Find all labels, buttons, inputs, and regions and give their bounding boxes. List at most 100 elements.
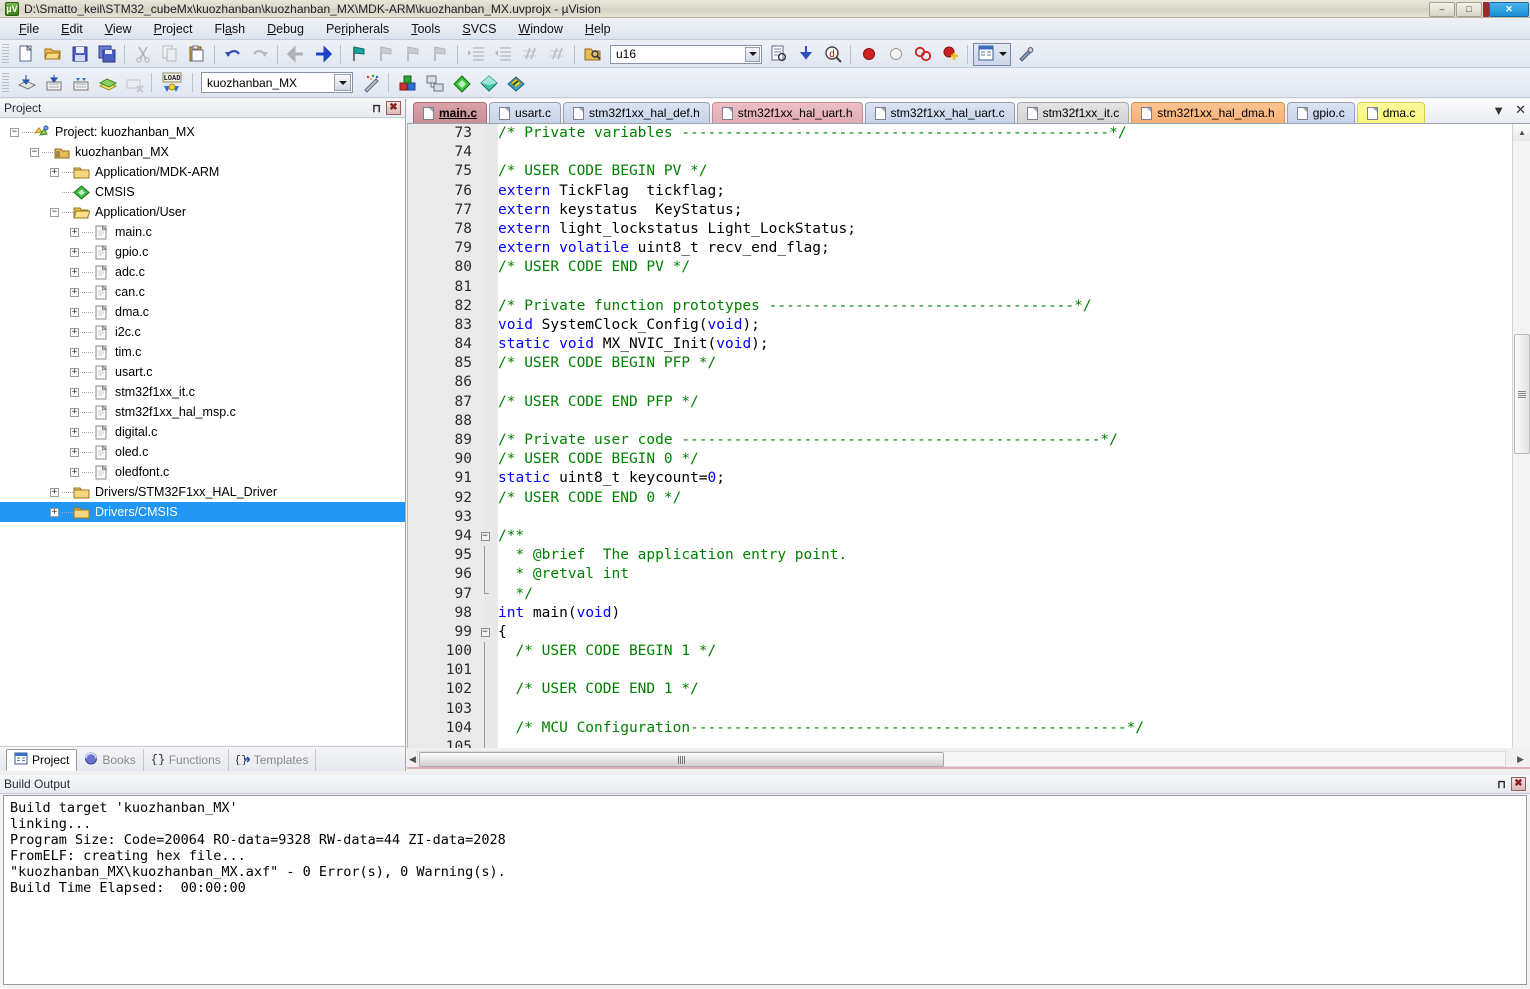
tree-item-project-kuozhanban-mx[interactable]: −Project: kuozhanban_MX	[0, 122, 405, 142]
tree-item-i2c-c[interactable]: +i2c.c	[0, 322, 405, 342]
pin-icon[interactable]: ⊓	[369, 101, 384, 116]
multi-project-icon[interactable]	[394, 71, 419, 94]
outdent-icon[interactable]	[490, 43, 515, 66]
code-line[interactable]: 102 /* USER CODE END 1 */	[408, 680, 1512, 699]
code-line[interactable]: 74	[408, 143, 1512, 162]
tree-item-kuozhanban-mx[interactable]: −kuozhanban_MX	[0, 142, 405, 162]
editor-vertical-scrollbar[interactable]: ▲	[1512, 124, 1530, 748]
editor-tab-stm32f1xx-hal-uart-c[interactable]: stm32f1xx_hal_uart.c	[865, 102, 1015, 123]
bookmark-next-icon[interactable]	[400, 43, 425, 66]
code-line[interactable]: 94−/**	[408, 527, 1512, 546]
code-line[interactable]: 93	[408, 508, 1512, 527]
tree-item-digital-c[interactable]: +digital.c	[0, 422, 405, 442]
tree-item-can-c[interactable]: +can.c	[0, 282, 405, 302]
toolbar-grip[interactable]	[2, 73, 9, 93]
tree-item-stm32f1xx-it-c[interactable]: +stm32f1xx_it.c	[0, 382, 405, 402]
configure-icon[interactable]	[1013, 43, 1038, 66]
vertical-scroll-thumb[interactable]	[1514, 334, 1530, 454]
pack-installer-icon[interactable]	[421, 71, 446, 94]
minimize-button[interactable]: –	[1429, 2, 1455, 17]
tab-close-icon[interactable]: ✕	[1515, 102, 1526, 118]
code-line[interactable]: 80/* USER CODE END PV */	[408, 258, 1512, 277]
tree-item-stm32f1xx-hal-msp-c[interactable]: +stm32f1xx_hal_msp.c	[0, 402, 405, 422]
code-line[interactable]: 87/* USER CODE END PFP */	[408, 393, 1512, 412]
manage-rte-icon[interactable]	[358, 71, 383, 94]
indent-icon[interactable]	[463, 43, 488, 66]
menu-item-flash[interactable]: Flash	[204, 20, 257, 38]
code-line[interactable]: 95 * @brief The application entry point.	[408, 546, 1512, 565]
tree-expander-plus[interactable]: +	[70, 468, 79, 477]
code-line[interactable]: 79extern volatile uint8_t recv_end_flag;	[408, 239, 1512, 258]
code-line[interactable]: 92/* USER CODE END 0 */	[408, 489, 1512, 508]
pin-icon[interactable]: ⊓	[1494, 777, 1509, 792]
close-button[interactable]: ✕	[1489, 2, 1529, 17]
code-line[interactable]: 81	[408, 278, 1512, 297]
bookmark-prev-icon[interactable]	[373, 43, 398, 66]
editor-tab-usart-c[interactable]: usart.c	[489, 102, 561, 123]
menu-item-help[interactable]: Help	[574, 20, 622, 38]
tree-item-gpio-c[interactable]: +gpio.c	[0, 242, 405, 262]
menu-item-tools[interactable]: Tools	[400, 20, 451, 38]
panel-tab-templates[interactable]: {}Templates	[229, 749, 317, 771]
code-line[interactable]: 104 /* MCU Configuration----------------…	[408, 719, 1512, 738]
code-line[interactable]: 96 * @retval int	[408, 565, 1512, 584]
tree-expander-plus[interactable]: +	[70, 428, 79, 437]
project-tree[interactable]: −Project: kuozhanban_MX−kuozhanban_MX+Ap…	[0, 119, 405, 745]
tree-item-drivers-stm32f1xx-hal-driver[interactable]: +Drivers/STM32F1xx_HAL_Driver	[0, 482, 405, 502]
project-window-dropdown-arrow[interactable]	[999, 52, 1007, 56]
code-line[interactable]: 75/* USER CODE BEGIN PV */	[408, 162, 1512, 181]
redo-icon[interactable]	[247, 43, 272, 66]
target-dropdown-arrow[interactable]	[334, 74, 351, 91]
insert-breakpoint-icon[interactable]	[856, 43, 881, 66]
undo-icon[interactable]	[220, 43, 245, 66]
editor-tab-main-c[interactable]: main.c	[413, 102, 487, 123]
translate-icon[interactable]	[13, 71, 38, 94]
copy-icon[interactable]	[157, 43, 182, 66]
tree-item-application-mdk-arm[interactable]: +Application/MDK-ARM	[0, 162, 405, 182]
open-file-icon[interactable]	[40, 43, 65, 66]
remove-all-breakpoints-icon[interactable]	[910, 43, 935, 66]
code-line[interactable]: 85/* USER CODE BEGIN PFP */	[408, 354, 1512, 373]
panel-tab-books[interactable]: Books	[77, 749, 143, 771]
scroll-left-arrow[interactable]: ◀	[409, 754, 416, 765]
menu-item-file[interactable]: File	[8, 20, 50, 38]
scroll-up-arrow[interactable]: ▲	[1513, 124, 1530, 141]
code-line[interactable]: 91static uint8_t keycount=0;	[408, 469, 1512, 488]
maximize-button[interactable]: □	[1456, 2, 1482, 17]
tree-item-dma-c[interactable]: +dma.c	[0, 302, 405, 322]
code-line[interactable]: 78extern light_lockstatus Light_LockStat…	[408, 220, 1512, 239]
tree-item-application-user[interactable]: −Application/User	[0, 202, 405, 222]
navigate-back-icon[interactable]	[283, 43, 308, 66]
build-icon[interactable]	[40, 71, 65, 94]
tree-item-oledfont-c[interactable]: +oledfont.c	[0, 462, 405, 482]
menu-item-debug[interactable]: Debug	[256, 20, 315, 38]
paste-icon[interactable]	[184, 43, 209, 66]
code-content[interactable]: 73/* Private variables -----------------…	[408, 124, 1512, 748]
horizontal-scroll-thumb[interactable]	[419, 752, 944, 767]
tree-expander-plus[interactable]: +	[70, 408, 79, 417]
incremental-find-icon[interactable]	[793, 43, 818, 66]
disable-all-breakpoints-icon[interactable]	[937, 43, 962, 66]
find-input[interactable]: u16	[610, 45, 762, 64]
download-icon[interactable]: LOAD	[157, 71, 187, 94]
tree-item-drivers-cmsis[interactable]: +Drivers/CMSIS	[0, 502, 405, 522]
tree-expander-minus[interactable]: −	[10, 128, 19, 137]
new-file-icon[interactable]	[13, 43, 38, 66]
close-icon[interactable]: ✖	[1511, 777, 1526, 792]
tree-expander-plus[interactable]: +	[50, 508, 59, 517]
comment-icon[interactable]	[517, 43, 542, 66]
panel-tab-functions[interactable]: {}Functions	[144, 749, 229, 771]
editor-tab-dma-c[interactable]: dma.c	[1357, 102, 1426, 123]
code-line[interactable]: 86	[408, 373, 1512, 392]
close-icon[interactable]: ✖	[386, 101, 401, 116]
tree-expander-plus[interactable]: +	[70, 448, 79, 457]
tree-expander-plus[interactable]: +	[70, 228, 79, 237]
code-line[interactable]: 89/* Private user code -----------------…	[408, 431, 1512, 450]
fold-collapse-box[interactable]: −	[481, 532, 490, 541]
tree-expander-plus[interactable]: +	[70, 268, 79, 277]
panel-tab-project[interactable]: Project	[6, 749, 77, 771]
code-line[interactable]: 103	[408, 700, 1512, 719]
tree-expander-plus[interactable]: +	[70, 348, 79, 357]
code-line[interactable]: 76extern TickFlag tickflag;	[408, 182, 1512, 201]
fold-marker[interactable]: −	[478, 527, 492, 546]
